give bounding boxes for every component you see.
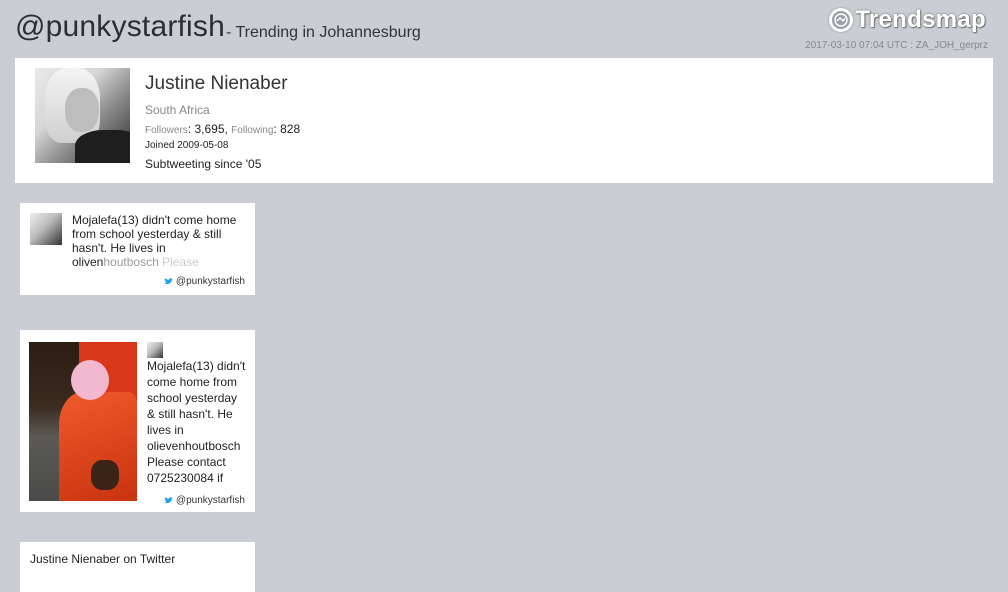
tweet-card[interactable]: Mojalefa(13) didn't come home from schoo… xyxy=(20,330,255,512)
profile-joined: Joined 2009-05-08 xyxy=(145,140,229,151)
followers-value: 3,695 xyxy=(194,122,225,136)
tweet-handle: @punkystarfish xyxy=(175,495,245,506)
profile-avatar[interactable] xyxy=(35,68,130,163)
tweet-avatar xyxy=(147,342,163,358)
header-subtitle: - Trending in Johannesburg xyxy=(226,24,421,41)
twitter-profile-card[interactable]: Justine Nienaber on Twitter xyxy=(20,542,255,592)
header-handle[interactable]: @punkystarfish xyxy=(15,10,225,44)
tweet-photo[interactable] xyxy=(29,342,137,501)
tweet-text: Mojalefa(13) didn't come home from schoo… xyxy=(147,359,246,485)
twitter-bird-icon xyxy=(164,278,173,285)
tweet-handle: @punkystarfish xyxy=(175,276,245,287)
trendsmap-globe-icon xyxy=(829,8,854,32)
tweet-avatar xyxy=(30,213,62,245)
profile-location: South Africa xyxy=(145,103,210,117)
twitter-profile-link[interactable]: Justine Nienaber on Twitter xyxy=(30,552,175,566)
profile-card: Justine Nienaber South Africa Followers:… xyxy=(15,58,993,183)
followers-label: Followers xyxy=(145,125,188,136)
profile-name[interactable]: Justine Nienaber xyxy=(145,73,288,95)
following-value: 828 xyxy=(280,122,301,136)
twitter-bird-icon xyxy=(164,497,173,504)
tweet-text: Mojalefa(13) didn't come home from schoo… xyxy=(72,213,237,269)
timestamp: 2017-03-10 07:04 UTC : ZA_JOH_gerprz xyxy=(805,40,988,51)
following-label: Following xyxy=(231,125,274,136)
trendsmap-logo[interactable]: Trendsmap xyxy=(829,6,986,34)
tweet-attribution[interactable]: @punkystarfish xyxy=(163,495,245,506)
profile-stats: Followers: 3,695, Following: 828 xyxy=(145,122,301,136)
tweet-card[interactable]: Mojalefa(13) didn't come home from schoo… xyxy=(20,203,255,295)
profile-bio: Subtweeting since '05 xyxy=(145,157,262,171)
logo-text: Trendsmap xyxy=(855,6,986,33)
tweet-attribution[interactable]: @punkystarfish xyxy=(163,276,245,287)
